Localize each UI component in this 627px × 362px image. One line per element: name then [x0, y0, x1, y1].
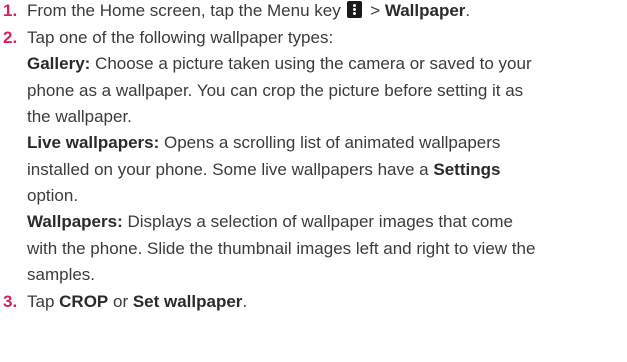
wallpapers-text-1: Displays a selection of wallpaper images…	[122, 212, 513, 231]
step-1-text: From the Home screen, tap the Menu key >…	[27, 0, 470, 22]
wallpapers-label: Wallpapers:	[27, 212, 123, 231]
step-1-separator: >	[365, 1, 385, 20]
gallery-text-2: phone as a wallpaper. You can crop the p…	[27, 81, 524, 100]
step-3-bold-crop: CROP	[59, 292, 109, 311]
gallery-line-2: phone as a wallpaper. You can crop the p…	[27, 80, 523, 102]
live-line-3: option.	[27, 185, 78, 207]
gallery-line-3: the wallpaper.	[27, 106, 132, 128]
wallpapers-text-2: with the phone. Slide the thumbnail imag…	[27, 239, 536, 258]
step-3-middle: or	[108, 292, 133, 311]
step-3-bold-set-wallpaper: Set wallpaper	[132, 292, 243, 311]
step-2-text: Tap one of the following wallpaper types…	[27, 28, 334, 47]
gallery-label: Gallery:	[27, 54, 91, 73]
step-1-text-before: From the Home screen, tap the Menu key	[27, 1, 341, 20]
wallpapers-line-1: Wallpapers: Displays a selection of wall…	[27, 211, 513, 233]
wallpapers-line-2: with the phone. Slide the thumbnail imag…	[27, 238, 535, 260]
live-text-2: installed on your phone. Some live wallp…	[27, 160, 434, 179]
live-wallpapers-label: Live wallpapers:	[27, 133, 160, 152]
step-1-end: .	[465, 1, 471, 20]
wallpapers-line-3: samples.	[27, 264, 95, 286]
live-line-1: Live wallpapers: Opens a scrolling list …	[27, 132, 500, 154]
step-1-number: 1.	[3, 1, 18, 20]
live-settings-bold: Settings	[433, 160, 501, 179]
step-2-number: 2.	[3, 28, 18, 47]
gallery-text-1: Choose a picture taken using the camera …	[90, 54, 532, 73]
live-line-2: installed on your phone. Some live wallp…	[27, 159, 500, 181]
step-3-end: .	[242, 292, 248, 311]
step-3-text-before: Tap	[27, 292, 60, 311]
step-3-text: Tap CROP or Set wallpaper.	[27, 291, 247, 313]
step-3-number: 3.	[3, 292, 18, 311]
wallpaper-instructions: 1. From the Home screen, tap the Menu ke…	[0, 0, 627, 362]
gallery-text-3: the wallpaper.	[27, 107, 132, 126]
step-1-bold-wallpaper: Wallpaper	[384, 1, 466, 20]
wallpapers-text-3: samples.	[27, 265, 96, 284]
live-text-3: option.	[27, 186, 79, 205]
menu-key-icon	[347, 1, 363, 18]
live-text-1: Opens a scrolling list of animated wallp…	[159, 133, 501, 152]
gallery-line-1: Gallery: Choose a picture taken using th…	[27, 53, 532, 75]
